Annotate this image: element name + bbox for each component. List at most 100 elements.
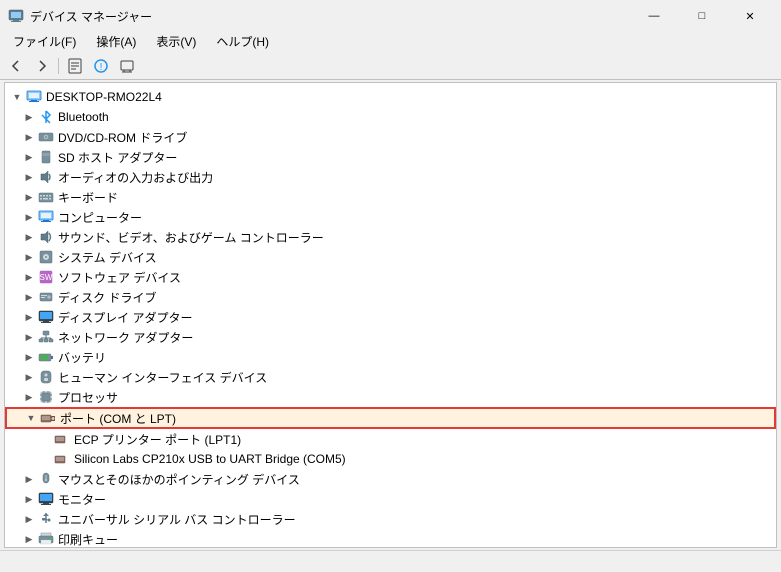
sd-expand: ▶ bbox=[21, 149, 37, 165]
ecp-icon bbox=[53, 431, 71, 447]
tree-item-sound[interactable]: ▶ サウンド、ビデオ、およびゲーム コントローラー bbox=[5, 227, 776, 247]
update-button[interactable]: ! bbox=[89, 55, 113, 77]
hid-icon bbox=[37, 369, 55, 385]
print-label: 印刷キュー bbox=[58, 531, 118, 548]
menu-view[interactable]: 表示(V) bbox=[147, 30, 205, 53]
sd-label: SD ホスト アダプター bbox=[58, 149, 177, 166]
tree-item-usb[interactable]: ▶ ユニバーサル シリアル バス コントローラー bbox=[5, 509, 776, 529]
back-button[interactable] bbox=[4, 55, 28, 77]
keyboard-icon bbox=[37, 189, 55, 205]
mouse-expand: ▶ bbox=[21, 471, 37, 487]
battery-expand: ▶ bbox=[21, 349, 37, 365]
disk-label: ディスク ドライブ bbox=[58, 289, 157, 306]
processor-icon bbox=[37, 389, 55, 405]
network-expand: ▶ bbox=[21, 329, 37, 345]
tree-item-display[interactable]: ▶ ディスプレイ アダプター bbox=[5, 307, 776, 327]
usb-label: ユニバーサル シリアル バス コントローラー bbox=[58, 511, 296, 528]
software-expand: ▶ bbox=[21, 269, 37, 285]
maximize-button[interactable]: □ bbox=[679, 6, 725, 26]
system-label: システム デバイス bbox=[58, 249, 157, 266]
root-label: DESKTOP-RMO22L4 bbox=[46, 90, 162, 104]
menu-help[interactable]: ヘルプ(H) bbox=[207, 30, 278, 53]
disk-expand: ▶ bbox=[21, 289, 37, 305]
svg-text:!: ! bbox=[100, 62, 103, 73]
tree-item-silicon[interactable]: ▶ Silicon Labs CP210x USB to UART Bridge… bbox=[5, 449, 776, 469]
ports-label: ポート (COM と LPT) bbox=[60, 410, 176, 427]
battery-icon bbox=[37, 349, 55, 365]
ports-icon bbox=[39, 410, 57, 426]
tree-item-network[interactable]: ▶ ネットワーク アダプター bbox=[5, 327, 776, 347]
display-expand: ▶ bbox=[21, 309, 37, 325]
tree-item-sd[interactable]: ▶ SD ホスト アダプター bbox=[5, 147, 776, 167]
tree-item-hid[interactable]: ▶ ヒューマン インターフェイス デバイス bbox=[5, 367, 776, 387]
menu-action[interactable]: 操作(A) bbox=[87, 30, 145, 53]
toolbar-separator-1 bbox=[58, 58, 59, 74]
tree-item-system[interactable]: ▶ システム デバイス bbox=[5, 247, 776, 267]
tree-item-bluetooth[interactable]: ▶ Bluetooth bbox=[5, 107, 776, 127]
hid-label: ヒューマン インターフェイス デバイス bbox=[58, 369, 267, 386]
sd-icon bbox=[37, 149, 55, 165]
computer-icon bbox=[25, 89, 43, 105]
computer2-icon bbox=[37, 209, 55, 225]
sound-icon bbox=[37, 229, 55, 245]
title-bar: デバイス マネージャー — □ ✕ bbox=[0, 0, 781, 30]
menu-bar: ファイル(F) 操作(A) 表示(V) ヘルプ(H) bbox=[0, 30, 781, 52]
tree-view[interactable]: ▼ DESKTOP-RMO22L4 ▶ Bluetooth bbox=[5, 83, 776, 547]
monitor-expand: ▶ bbox=[21, 491, 37, 507]
keyboard-label: キーボード bbox=[58, 189, 118, 206]
computer-label: コンピューター bbox=[58, 209, 142, 226]
silicon-label: Silicon Labs CP210x USB to UART Bridge (… bbox=[74, 452, 346, 466]
tree-root[interactable]: ▼ DESKTOP-RMO22L4 bbox=[5, 87, 776, 107]
dvd-expand: ▶ bbox=[21, 129, 37, 145]
tree-item-disk[interactable]: ▶ ディスク ドライブ bbox=[5, 287, 776, 307]
status-bar bbox=[0, 550, 781, 572]
forward-button[interactable] bbox=[30, 55, 54, 77]
audio-expand: ▶ bbox=[21, 169, 37, 185]
tree-item-processor[interactable]: ▶ プロセッサ bbox=[5, 387, 776, 407]
window-controls[interactable]: — □ ✕ bbox=[631, 6, 773, 26]
tree-item-software[interactable]: ▶ SW ソフトウェア デバイス bbox=[5, 267, 776, 287]
display-icon bbox=[37, 309, 55, 325]
window-title: デバイス マネージャー bbox=[30, 8, 152, 25]
battery-label: バッテリ bbox=[58, 349, 106, 366]
usb-expand: ▶ bbox=[21, 511, 37, 527]
tree-item-monitor[interactable]: ▶ モニター bbox=[5, 489, 776, 509]
monitor-label: モニター bbox=[58, 491, 106, 508]
tree-item-ecp[interactable]: ▶ ECP プリンター ポート (LPT1) bbox=[5, 429, 776, 449]
print-icon bbox=[37, 531, 55, 547]
scan-button[interactable] bbox=[115, 55, 139, 77]
sound-expand: ▶ bbox=[21, 229, 37, 245]
tree-item-computer[interactable]: ▶ コンピューター bbox=[5, 207, 776, 227]
minimize-button[interactable]: — bbox=[631, 6, 677, 26]
processor-expand: ▶ bbox=[21, 389, 37, 405]
network-icon bbox=[37, 329, 55, 345]
network-label: ネットワーク アダプター bbox=[58, 329, 193, 346]
tree-item-keyboard[interactable]: ▶ キーボード bbox=[5, 187, 776, 207]
tree-item-ports[interactable]: ▼ ポート (COM と LPT) bbox=[5, 407, 776, 429]
ecp-label: ECP プリンター ポート (LPT1) bbox=[74, 431, 241, 448]
bluetooth-icon bbox=[37, 109, 55, 125]
mouse-icon bbox=[37, 471, 55, 487]
svg-text:SW: SW bbox=[40, 273, 53, 282]
dvd-label: DVD/CD-ROM ドライブ bbox=[58, 129, 187, 146]
tree-item-dvd[interactable]: ▶ DVD/CD-ROM ドライブ bbox=[5, 127, 776, 147]
software-icon: SW bbox=[37, 269, 55, 285]
ports-expand: ▼ bbox=[23, 410, 39, 426]
disk-icon bbox=[37, 289, 55, 305]
bluetooth-label: Bluetooth bbox=[58, 110, 109, 124]
tree-item-mouse[interactable]: ▶ マウスとそのほかのポインティング デバイス bbox=[5, 469, 776, 489]
close-button[interactable]: ✕ bbox=[727, 6, 773, 26]
keyboard-expand: ▶ bbox=[21, 189, 37, 205]
software-label: ソフトウェア デバイス bbox=[58, 269, 181, 286]
menu-file[interactable]: ファイル(F) bbox=[4, 30, 85, 53]
display-label: ディスプレイ アダプター bbox=[58, 309, 193, 326]
properties-button[interactable] bbox=[63, 55, 87, 77]
silicon-icon bbox=[53, 451, 71, 467]
tree-item-battery[interactable]: ▶ バッテリ bbox=[5, 347, 776, 367]
tree-item-print[interactable]: ▶ 印刷キュー bbox=[5, 529, 776, 547]
processor-label: プロセッサ bbox=[58, 389, 118, 406]
tree-item-audio[interactable]: ▶ オーディオの入力および出力 bbox=[5, 167, 776, 187]
root-expand-icon: ▼ bbox=[9, 89, 25, 105]
monitor-icon bbox=[37, 491, 55, 507]
app-icon bbox=[8, 8, 24, 24]
